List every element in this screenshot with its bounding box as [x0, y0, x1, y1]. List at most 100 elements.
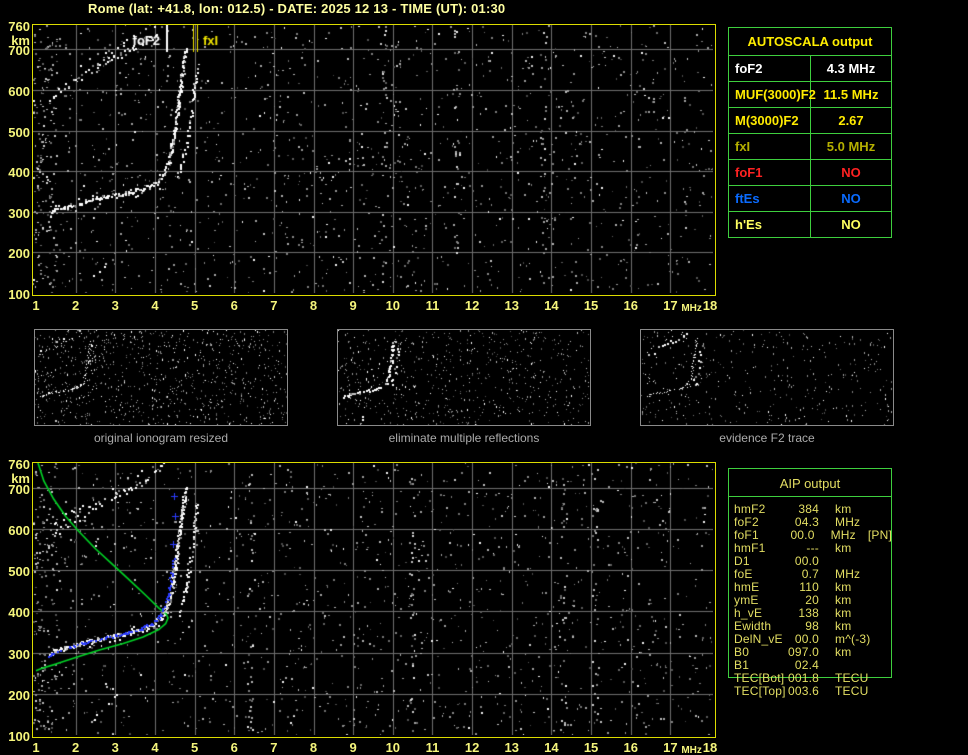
param-label: foF1 — [729, 160, 811, 185]
y-axis-unit-label: km — [2, 472, 30, 485]
thumbnail-canvas — [641, 330, 893, 425]
thumbnail-eliminate-reflections — [337, 329, 591, 426]
x-axis-unit-label: MHz — [681, 303, 702, 314]
x-axis-tick-label: 3 — [104, 741, 126, 754]
y-axis-tick-label: 760 — [2, 458, 30, 471]
x-axis-tick-label: 1 — [25, 741, 47, 754]
thumbnail-caption: evidence F2 trace — [640, 431, 894, 445]
x-axis-tick-label: 15 — [580, 299, 602, 312]
param-label: h'Es — [729, 212, 811, 237]
x-axis-tick-label: 17 — [659, 299, 681, 312]
ionogram-plot-autoscaled — [32, 24, 716, 296]
x-axis-tick-label: 2 — [65, 299, 87, 312]
x-axis-tick-label: 17 — [659, 741, 681, 754]
aip-rows: hmF2384kmfoF204.3MHzfoF100.0MHz[PN]hmF1-… — [734, 503, 892, 698]
param-value: 4.3 MHz — [811, 56, 891, 81]
autoscala-output-table: AUTOSCALA output foF2 4.3 MHz MUF(3000)F… — [728, 27, 892, 238]
y-axis-tick-label: 200 — [2, 689, 30, 702]
x-axis-tick-label: 8 — [303, 741, 325, 754]
autoscala-table-title: AUTOSCALA output — [729, 28, 891, 56]
table-row-hEs: h'Es NO — [729, 212, 891, 237]
x-axis-tick-label: 14 — [540, 299, 562, 312]
y-axis-tick-label: 500 — [2, 126, 30, 139]
ionogram-canvas-profile — [33, 463, 713, 735]
ionogram-canvas-autoscaled — [33, 25, 713, 293]
param-label: M(3000)F2 — [729, 108, 811, 133]
x-axis-tick-label: 14 — [540, 741, 562, 754]
aip-row-TEC-Top-: TEC[Top]003.6 TECU — [734, 685, 892, 698]
table-row-foF1: foF1 NO — [729, 160, 891, 186]
x-axis-tick-label: 1 — [25, 299, 47, 312]
x-axis-tick-label: 16 — [620, 299, 642, 312]
x-axis-tick-label: 4 — [144, 741, 166, 754]
param-label: foF2 — [729, 56, 811, 81]
y-axis-tick-label: 300 — [2, 648, 30, 661]
x-axis-tick-label: 18 — [699, 299, 721, 312]
x-axis-tick-label: 13 — [501, 299, 523, 312]
x-axis-tick-label: 5 — [184, 741, 206, 754]
thumbnail-canvas — [35, 330, 287, 425]
x-axis-tick-label: 7 — [263, 299, 285, 312]
x-axis-tick-label: 11 — [421, 741, 443, 754]
x-axis-tick-label: 9 — [342, 741, 364, 754]
x-axis-tick-label: 5 — [184, 299, 206, 312]
aip-row-unit: TECU — [835, 685, 868, 698]
x-axis-tick-label: 6 — [223, 741, 245, 754]
autoscala-output-screen: Rome (lat: +41.8, lon: 012.5) - DATE: 20… — [0, 0, 968, 755]
thumbnail-caption: eliminate multiple reflections — [337, 431, 591, 445]
y-axis-tick-label: 400 — [2, 606, 30, 619]
aip-output-table: AIP output hmF2384kmfoF204.3MHzfoF100.0M… — [728, 468, 892, 678]
y-axis-tick-label: 760 — [2, 20, 30, 33]
x-axis-tick-label: 15 — [580, 741, 602, 754]
y-axis-unit-label: km — [2, 34, 30, 47]
x-axis-tick-label: 6 — [223, 299, 245, 312]
table-row-fxI: fxI 5.0 MHz — [729, 134, 891, 160]
y-axis-tick-label: 600 — [2, 524, 30, 537]
ionogram-plot-profile — [32, 462, 716, 738]
x-axis-tick-label: 9 — [342, 299, 364, 312]
x-axis-tick-label: 10 — [382, 299, 404, 312]
table-row-ftEs: ftEs NO — [729, 186, 891, 212]
aip-table-title: AIP output — [729, 469, 891, 490]
y-axis-tick-label: 200 — [2, 247, 30, 260]
param-value: 5.0 MHz — [811, 134, 891, 159]
y-axis-tick-label: 400 — [2, 166, 30, 179]
page-title: Rome (lat: +41.8, lon: 012.5) - DATE: 20… — [88, 1, 505, 16]
y-axis-tick-label: 600 — [2, 85, 30, 98]
x-axis-tick-label: 18 — [699, 741, 721, 754]
thumbnail-evidence-f2-trace — [640, 329, 894, 426]
param-value: 2.67 — [811, 108, 891, 133]
thumbnail-original-ionogram — [34, 329, 288, 426]
x-axis-tick-label: 12 — [461, 299, 483, 312]
table-row-foF2: foF2 4.3 MHz — [729, 56, 891, 82]
param-label: MUF(3000)F2 — [729, 82, 811, 107]
y-axis-tick-label: 500 — [2, 565, 30, 578]
x-axis-tick-label: 4 — [144, 299, 166, 312]
param-label: ftEs — [729, 186, 811, 211]
x-axis-unit-label: MHz — [681, 745, 702, 755]
thumbnail-caption: original ionogram resized — [34, 431, 288, 445]
aip-row-name: TEC[Top] — [734, 685, 788, 698]
y-axis-tick-label: 300 — [2, 207, 30, 220]
x-axis-tick-label: 7 — [263, 741, 285, 754]
aip-row-val: 003.6 — [788, 685, 819, 698]
x-axis-tick-label: 13 — [501, 741, 523, 754]
x-axis-tick-label: 16 — [620, 741, 642, 754]
aip-row-unit: km — [835, 542, 851, 555]
param-value: 11.5 MHz — [811, 82, 891, 107]
param-value: NO — [811, 212, 891, 237]
param-value: NO — [811, 160, 891, 185]
x-axis-tick-label: 10 — [382, 741, 404, 754]
x-axis-tick-label: 2 — [65, 741, 87, 754]
aip-row-note: [PN] — [868, 529, 892, 542]
table-row-muf3000f2: MUF(3000)F2 11.5 MHz — [729, 82, 891, 108]
x-axis-tick-label: 12 — [461, 741, 483, 754]
param-label: fxI — [729, 134, 811, 159]
x-axis-tick-label: 8 — [303, 299, 325, 312]
x-axis-tick-label: 3 — [104, 299, 126, 312]
thumbnail-canvas — [338, 330, 590, 425]
param-value: NO — [811, 186, 891, 211]
aip-header-divider — [729, 496, 891, 497]
aip-row-unit: km — [835, 646, 851, 659]
x-axis-tick-label: 11 — [421, 299, 443, 312]
